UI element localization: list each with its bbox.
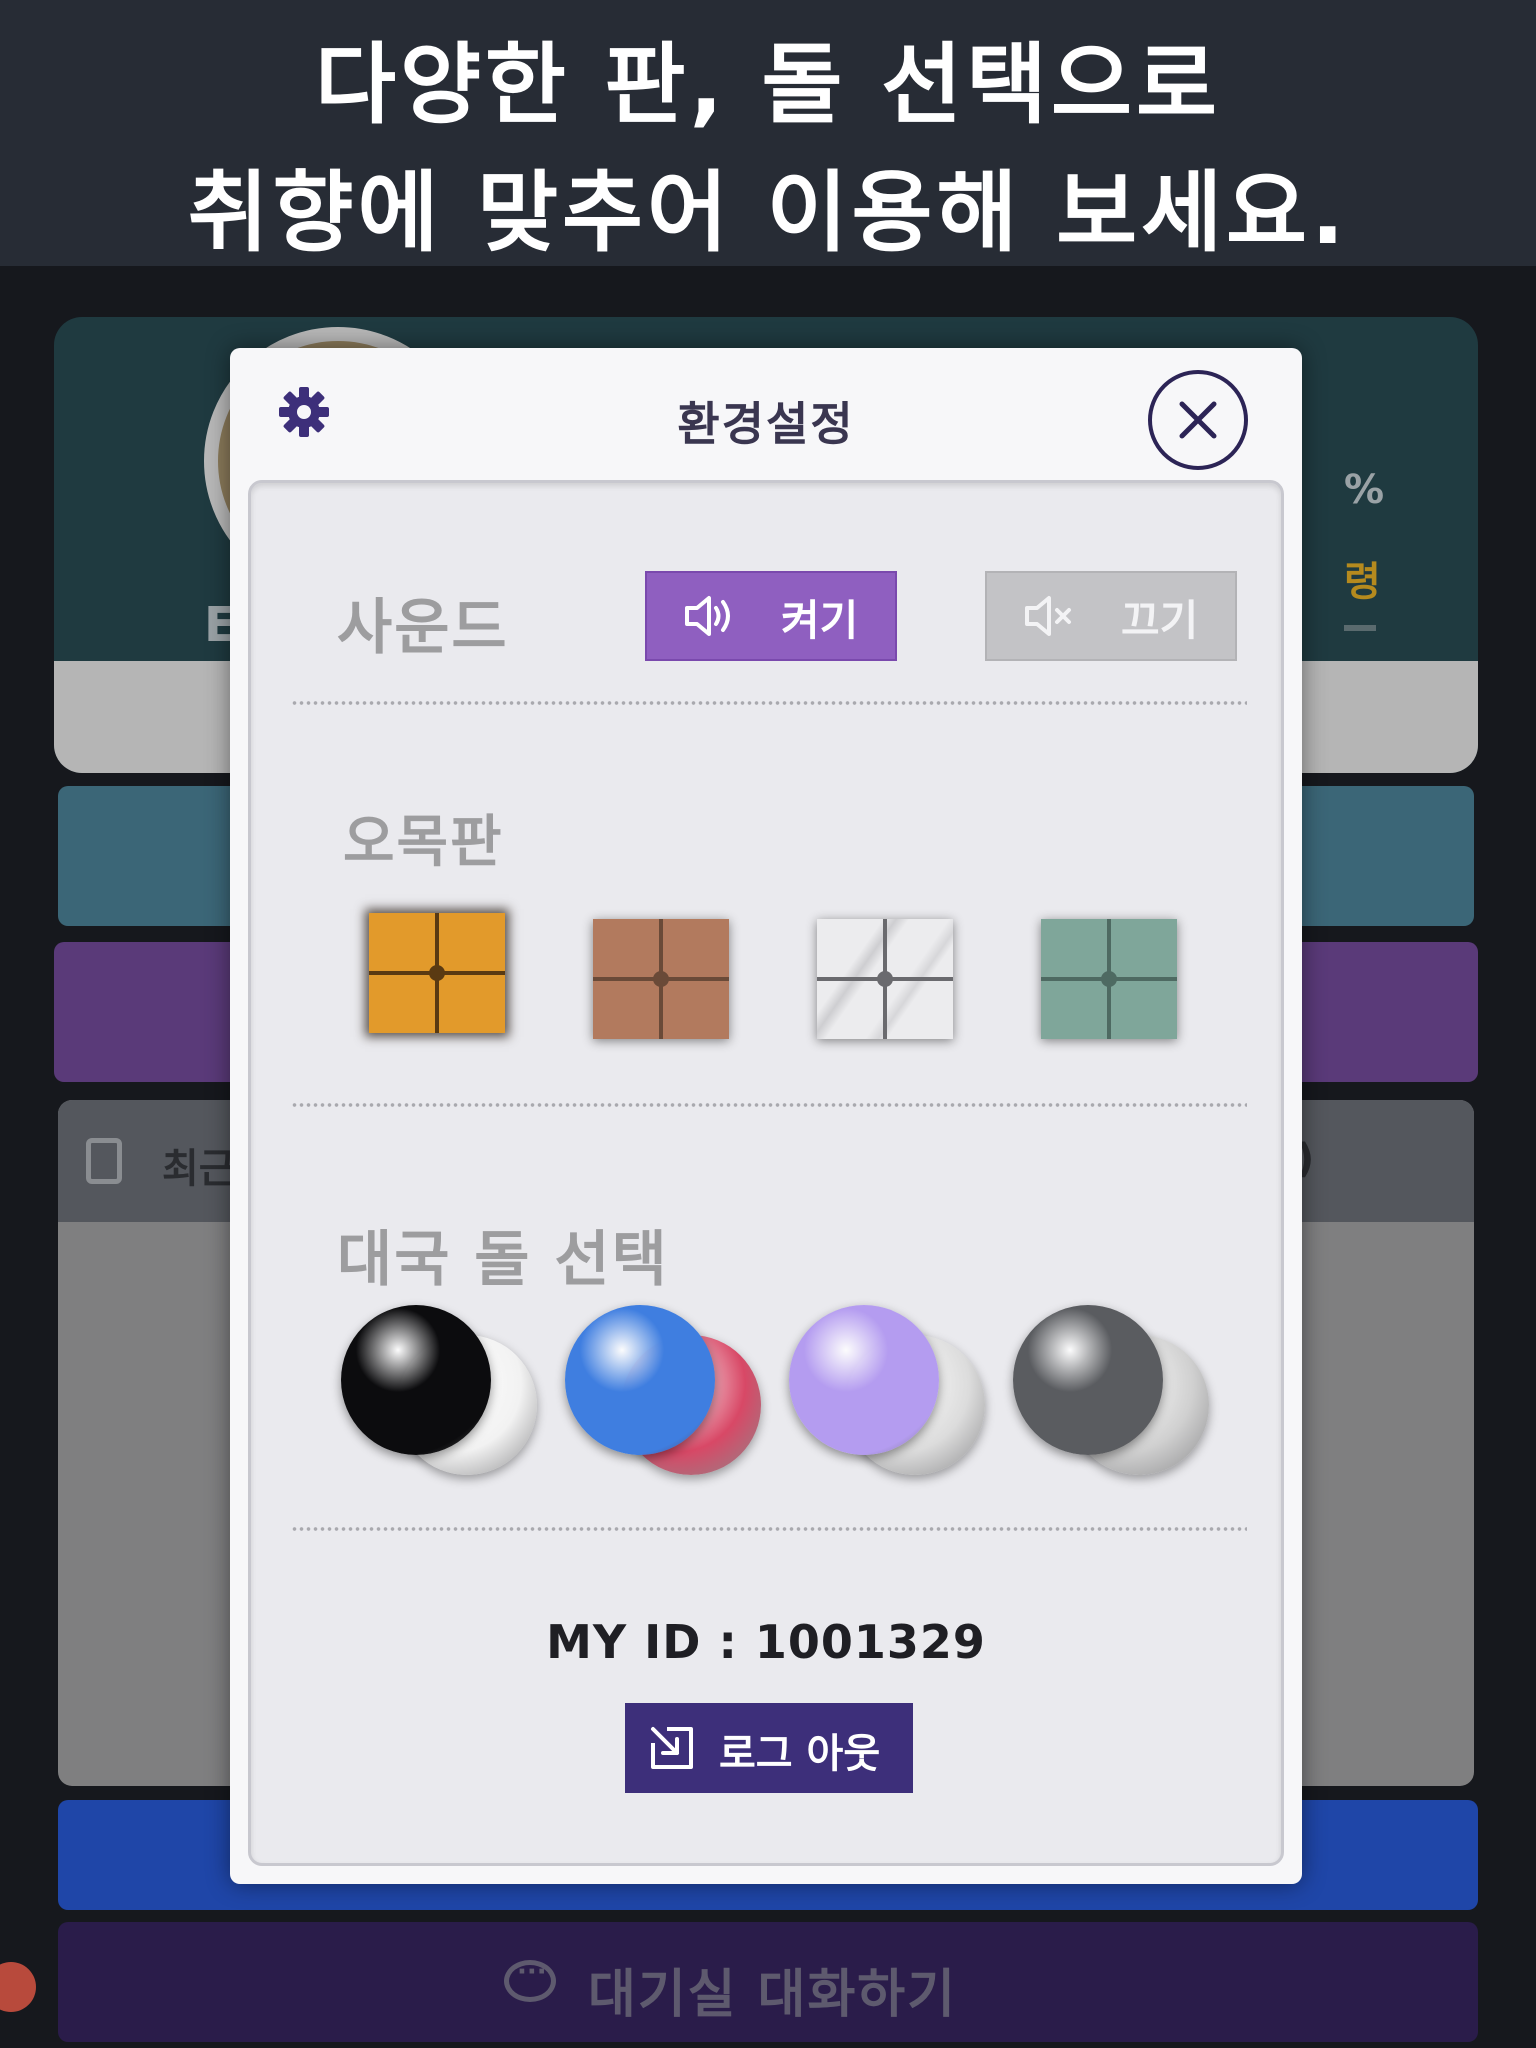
grade-peek: 령 (1344, 559, 1381, 605)
section-divider (291, 1101, 1247, 1109)
sound-section-label: 사운드 (337, 593, 509, 663)
settings-title: 환경설정 (677, 397, 855, 451)
board-star-point (1101, 971, 1117, 987)
close-icon (1179, 401, 1217, 439)
logout-label: 로그 아웃 (719, 1731, 881, 1777)
board-section-label: 오목판 (343, 810, 504, 875)
section-divider (291, 699, 1247, 707)
stone-option-blue-red-glass[interactable] (565, 1305, 765, 1485)
stone-front (789, 1305, 939, 1455)
chat-bubble-icon (504, 1957, 556, 2002)
board-star-point (877, 971, 893, 987)
close-button[interactable] (1148, 370, 1248, 470)
promo-line-2: 취향에 맞추어 이용해 보세요. (187, 161, 1349, 264)
section-divider (291, 1525, 1247, 1533)
logout-icon (651, 1727, 693, 1769)
recent-games-label: 최근 (162, 1146, 236, 1192)
notepad-icon (86, 1138, 122, 1184)
lobby-chat-label: 대기실 대화하기 (588, 1965, 957, 2025)
board-star-point (653, 971, 669, 987)
stone-option-lavender-pearl[interactable] (789, 1305, 989, 1485)
logout-button[interactable]: 로그 아웃 (625, 1703, 913, 1793)
sound-off-button[interactable]: 끄기 (985, 571, 1237, 661)
sound-on-label: 켜기 (781, 596, 859, 645)
board-option-yellow-wood[interactable] (369, 913, 505, 1033)
board-option-brown-wood[interactable] (593, 919, 729, 1039)
board-star-point (429, 965, 445, 981)
settings-modal: 환경설정 사운드 켜기 끄기 오목판 대국 돌 선택 MY ID: 10013… (230, 348, 1302, 1884)
stone-section-label: 대국 돌 선택 (337, 1225, 669, 1295)
my-id-text: MY ID : 1001329 (546, 1615, 986, 1669)
stone-front (341, 1305, 491, 1455)
speaker-on-icon (685, 596, 730, 636)
sound-on-button[interactable]: 켜기 (645, 571, 897, 661)
sound-off-label: 끄기 (1121, 596, 1199, 645)
promo-line-1: 다양한 판, 돌 선택으로 (315, 33, 1221, 136)
win-rate-peek: % (1344, 467, 1385, 513)
board-option-sage-green[interactable] (1041, 919, 1177, 1039)
lobby-chat-button[interactable]: 대기실 대화하기 (58, 1922, 1478, 2042)
stone-option-granite-gray[interactable] (1013, 1305, 1213, 1485)
stone-front (1013, 1305, 1163, 1455)
stone-front (565, 1305, 715, 1455)
stone-option-black-white-classic[interactable] (341, 1305, 541, 1485)
board-option-white-marble[interactable] (817, 919, 953, 1039)
promo-banner: 다양한 판, 돌 선택으로 취향에 맞추어 이용해 보세요. (0, 0, 1536, 266)
peek-divider (1344, 625, 1376, 631)
settings-panel: 사운드 켜기 끄기 오목판 대국 돌 선택 MY ID : 1001329 로그… (248, 480, 1284, 1866)
speaker-mute-icon (1025, 596, 1071, 636)
